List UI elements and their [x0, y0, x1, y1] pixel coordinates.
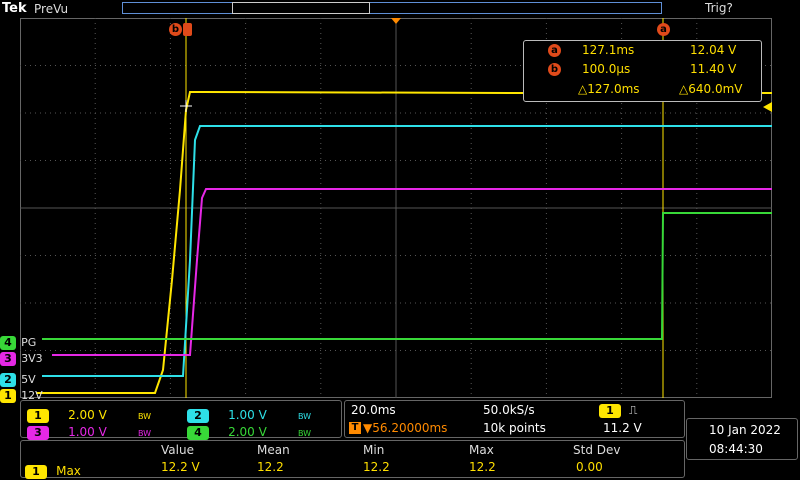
cursor-readout-panel: a 127.1ms 12.04 V b 100.0µs 11.40 V △127…: [523, 40, 762, 102]
cursor-a-time: 127.1ms: [582, 43, 635, 57]
cursor-a-volt: 12.04 V: [690, 43, 737, 57]
trigger-position-marker: [391, 18, 401, 24]
meas-value: 12.2 V: [161, 460, 200, 474]
ch3-ground-label[interactable]: 3 3V3: [0, 347, 43, 366]
datetime-display: 10 Jan 2022 08:44:30: [686, 418, 798, 460]
record-length: 10k points: [483, 421, 546, 435]
trigger-level: 11.2 V: [603, 421, 642, 435]
meas-mean: 12.2: [257, 460, 284, 474]
cursor-a-icon: a: [548, 44, 561, 57]
meas-header-std-dev: Std Dev: [573, 443, 621, 457]
ch4-scale[interactable]: 4 2.00 V BW: [187, 421, 311, 440]
delta-volt: △640.0mV: [679, 82, 743, 96]
ch3-scale[interactable]: 3 1.00 V BW: [27, 421, 151, 440]
meas-header-value: Value: [161, 443, 194, 457]
ch4-waveform: [42, 212, 772, 340]
cursor-a-marker[interactable]: a: [657, 23, 670, 36]
meas-std-dev: 0.00: [576, 460, 603, 474]
sample-rate: 50.0kS/s: [483, 403, 535, 417]
cursor-b-handle[interactable]: [183, 23, 192, 36]
channel-scale-panel: 1 2.00 V BW 2 1.00 V BW 3 1.00 V BW 4 2.…: [20, 400, 342, 440]
cursor-b-icon: b: [548, 63, 561, 76]
meas-header-max: Max: [469, 443, 494, 457]
trigger-delay: ▼56.20000ms: [363, 421, 448, 435]
measurement-panel[interactable]: Value Mean Min Max Std Dev 1 Max 12.2 V …: [20, 440, 685, 479]
ch1-waveform: [36, 91, 772, 394]
cursor-b-marker[interactable]: b: [169, 23, 182, 36]
cursor-b-volt: 11.40 V: [690, 62, 737, 76]
delta-time: △127.0ms: [578, 82, 640, 96]
trigger-delay-icon: T: [349, 422, 361, 434]
time-text: 08:44:30: [709, 442, 763, 456]
timebase-panel[interactable]: 20.0ms 50.0kS/s T ▼56.20000ms 10k points…: [344, 400, 685, 438]
meas-header-mean: Mean: [257, 443, 290, 457]
meas-max: 12.2: [469, 460, 496, 474]
trigger-slope-icon: ⎍: [629, 403, 638, 417]
trigger-source: 1: [599, 404, 621, 418]
time-scale: 20.0ms: [351, 403, 396, 417]
measurement-row[interactable]: 1 Max: [25, 460, 81, 479]
date-text: 10 Jan 2022: [709, 423, 781, 437]
trigger-level-marker: [763, 102, 772, 112]
meas-min: 12.2: [363, 460, 390, 474]
cursor-b-time: 100.0µs: [582, 62, 631, 76]
meas-header-min: Min: [363, 443, 385, 457]
